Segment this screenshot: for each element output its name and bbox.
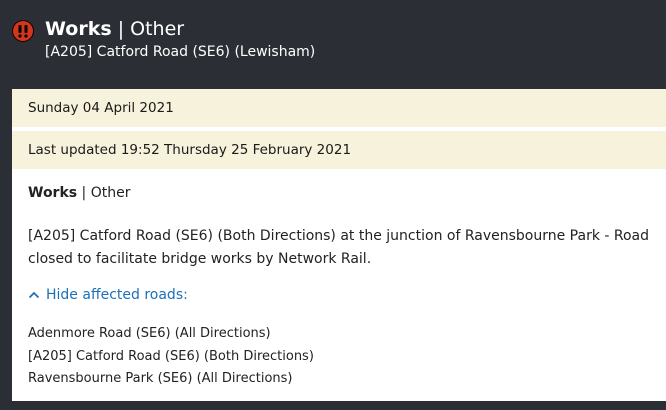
incident-date: Sunday 04 April 2021 — [28, 100, 174, 116]
last-updated-text: Last updated 19:52 Thursday 25 February … — [28, 142, 352, 158]
affected-road-item: Adenmore Road (SE6) (All Directions) — [28, 326, 271, 341]
date-band: Sunday 04 April 2021 — [12, 89, 666, 127]
alert-double-exclamation-icon — [12, 20, 34, 42]
detail-heading: Works | Other — [28, 185, 131, 201]
detail-separator: | — [77, 185, 91, 201]
incident-location: [A205] Catford Road (SE6) (Lewisham) — [45, 44, 316, 60]
description-line: closed to facilitate bridge works by Net… — [28, 251, 372, 267]
title-separator: | — [111, 18, 131, 40]
incident-detail-panel: Sunday 04 April 2021 Last updated 19:52 … — [12, 89, 666, 401]
chevron-up-icon — [28, 291, 40, 299]
detail-category: Other — [90, 185, 131, 201]
description-line: [A205] Catford Road (SE6) (Both Directio… — [28, 228, 650, 244]
incident-header: Works | Other [A205] Catford Road (SE6) … — [0, 0, 666, 88]
affected-road-item: Ravensbourne Park (SE6) (All Directions) — [28, 371, 293, 386]
incident-title: Works | Other — [45, 18, 184, 40]
incident-category: Other — [130, 18, 185, 40]
affected-road-item: [A205] Catford Road (SE6) (Both Directio… — [28, 348, 314, 364]
detail-type: Works — [28, 185, 78, 201]
affected-roads-list: Adenmore Road (SE6) (All Directions) [A2… — [28, 323, 314, 391]
incident-type: Works — [45, 18, 112, 40]
toggle-label: Hide affected roads: — [46, 287, 188, 303]
incident-description: [A205] Catford Road (SE6) (Both Directio… — [28, 225, 666, 271]
hide-affected-roads-toggle[interactable]: Hide affected roads: — [28, 287, 188, 303]
last-updated-band: Last updated 19:52 Thursday 25 February … — [12, 131, 666, 169]
